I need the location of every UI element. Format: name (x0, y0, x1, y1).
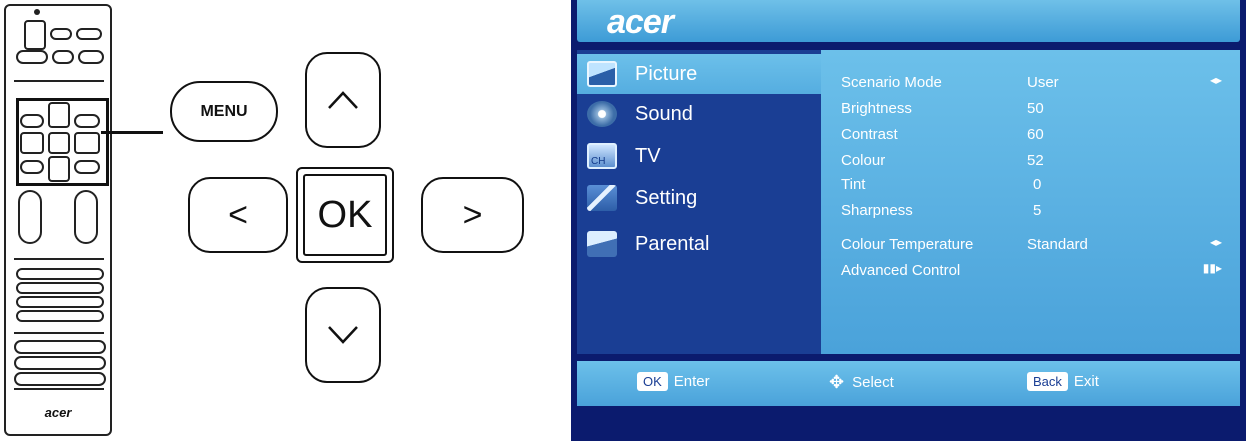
footer-enter-hint: OK Enter (637, 372, 710, 391)
up-button[interactable] (305, 52, 381, 148)
callout-line (101, 131, 163, 134)
submenu-arrow-icon: ▮▮▸ (1202, 261, 1222, 275)
sidebar-item-label: Setting (635, 186, 698, 209)
setting-value: 0 (1033, 176, 1042, 193)
picture-icon (587, 61, 617, 87)
setting-icon (587, 185, 617, 211)
remote-divider (14, 388, 104, 390)
sidebar-item-parental[interactable]: Parental (577, 224, 821, 264)
parental-icon (587, 231, 617, 257)
remote-channel-rocker (74, 190, 98, 244)
footer-select-hint: ✥ Select (829, 372, 894, 393)
down-button[interactable] (305, 287, 381, 383)
setting-value: 52 (1027, 152, 1044, 169)
setting-row-advanced-control[interactable]: Advanced Control ▮▮▸ (841, 258, 1236, 284)
ok-key-icon: OK (637, 372, 668, 391)
remote-volume-rocker (18, 190, 42, 244)
footer-select-label: Select (852, 374, 894, 391)
sidebar-item-label: TV (635, 144, 661, 167)
ok-button[interactable]: OK (296, 167, 394, 263)
osd-header: acer (577, 0, 1240, 42)
tv-icon: CH (587, 143, 617, 169)
chevron-up-icon (328, 91, 358, 109)
setting-row-scenario-mode[interactable]: Scenario Mode User ◂▸ (841, 70, 1236, 96)
remote-divider (14, 80, 104, 82)
remote-button-row (14, 372, 106, 386)
osd-footer: OK Enter ✥ Select Back Exit (577, 361, 1240, 406)
setting-row-sharpness[interactable]: Sharpness 5 (841, 198, 1236, 224)
remote-button-row (14, 340, 106, 354)
setting-label: Colour Temperature (841, 236, 974, 253)
remote-button-row (16, 310, 104, 322)
settings-panel: Scenario Mode User ◂▸ Brightness 50 Cont… (821, 50, 1240, 354)
setting-row-brightness[interactable]: Brightness 50 (841, 96, 1236, 122)
remote-button-row (16, 268, 104, 280)
setting-value: User (1027, 74, 1059, 91)
osd-logo: acer (607, 3, 674, 41)
remote-button-row (14, 356, 106, 370)
remote-button (50, 28, 72, 40)
power-indicator (34, 9, 40, 15)
right-button[interactable]: > (421, 177, 524, 253)
osd-body: Picture Sound CH TV Setting Parental Sce… (577, 50, 1240, 354)
left-right-arrow-icon: ◂▸ (1209, 73, 1222, 87)
remote-logo: acer (44, 405, 72, 420)
remote-button (52, 50, 74, 64)
sidebar-item-picture[interactable]: Picture (577, 54, 821, 94)
setting-label: Advanced Control (841, 262, 961, 279)
osd-sidebar: Picture Sound CH TV Setting Parental (577, 50, 821, 354)
sidebar-item-label: Picture (635, 62, 698, 85)
setting-row-colour[interactable]: Colour 52 (841, 148, 1236, 174)
setting-row-contrast[interactable]: Contrast 60 (841, 122, 1236, 148)
sidebar-item-setting[interactable]: Setting (577, 178, 821, 218)
navigation-cross-icon: ✥ (829, 372, 845, 392)
remote-power-button (24, 20, 46, 50)
sidebar-item-label: Sound (635, 102, 693, 125)
ok-button-border (303, 174, 387, 256)
setting-label: Colour (841, 152, 886, 169)
dpad-highlight (16, 98, 109, 186)
setting-label: Brightness (841, 100, 912, 117)
setting-label: Contrast (841, 126, 898, 143)
footer-exit-label: Exit (1073, 373, 1099, 390)
remote-control: acer (4, 4, 112, 436)
setting-value: 60 (1027, 126, 1044, 143)
setting-value: 50 (1027, 100, 1044, 117)
tv-osd-menu: acer Picture Sound CH TV Setting Parenta… (571, 0, 1246, 441)
back-key-icon: Back (1027, 372, 1068, 391)
left-right-arrow-icon: ◂▸ (1209, 235, 1222, 249)
sidebar-item-label: Parental (635, 232, 710, 255)
remote-button (76, 28, 102, 40)
footer-enter-label: Enter (673, 373, 710, 390)
setting-label: Tint (841, 176, 866, 193)
setting-value: Standard (1027, 236, 1088, 253)
footer-exit-hint: Back Exit (1027, 372, 1099, 391)
remote-divider (14, 332, 104, 334)
remote-button (16, 50, 48, 64)
sound-icon (587, 101, 617, 127)
sidebar-item-sound[interactable]: Sound (577, 94, 821, 134)
remote-button-row (16, 282, 104, 294)
setting-label: Sharpness (841, 202, 913, 219)
setting-value: 5 (1033, 202, 1042, 219)
remote-button (78, 50, 104, 64)
setting-label: Scenario Mode (841, 74, 942, 91)
setting-row-tint[interactable]: Tint 0 (841, 172, 1236, 198)
setting-row-colour-temperature[interactable]: Colour Temperature Standard ◂▸ (841, 232, 1236, 258)
remote-divider (14, 258, 104, 260)
sidebar-item-tv[interactable]: CH TV (577, 136, 821, 176)
left-button[interactable]: < (188, 177, 288, 253)
menu-button[interactable]: MENU (170, 81, 278, 142)
chevron-down-icon (328, 326, 358, 344)
remote-button-row (16, 296, 104, 308)
